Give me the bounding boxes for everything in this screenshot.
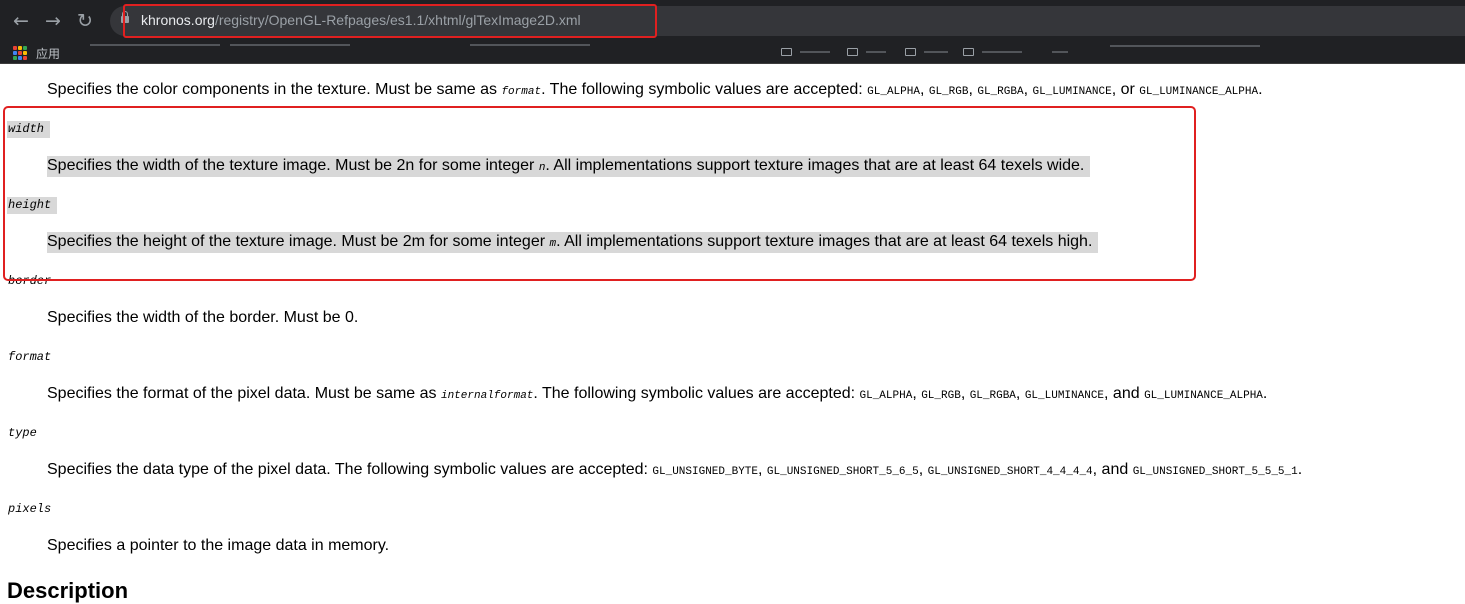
- folder-icon[interactable]: [905, 48, 916, 56]
- param-term-type: type: [8, 426, 37, 440]
- border-description: Specifies the width of the border. Must …: [47, 309, 359, 326]
- bookmark-item[interactable]: [470, 44, 590, 46]
- apps-grid-icon[interactable]: [13, 46, 27, 60]
- folder-icon[interactable]: [847, 48, 858, 56]
- enum-value: GL_LUMINANCE: [1032, 86, 1112, 98]
- enum-value: GL_LUMINANCE_ALPHA: [1144, 390, 1263, 402]
- enum-value: GL_LUMINANCE_ALPHA: [1139, 86, 1259, 98]
- bookmark-item[interactable]: [924, 51, 948, 53]
- type-description: Specifies the data type of the pixel dat…: [47, 461, 1303, 478]
- internalformat-description: Specifies the color components in the te…: [47, 81, 1263, 98]
- enum-value: GL_UNSIGNED_SHORT_4_4_4_4: [927, 466, 1093, 478]
- enum-value: GL_UNSIGNED_BYTE: [652, 466, 759, 478]
- enum-value: GL_UNSIGNED_SHORT_5_5_5_1: [1132, 466, 1298, 478]
- enum-value: GL_RGB: [928, 86, 969, 98]
- desc-text: . The following symbolic values are acce…: [533, 385, 860, 402]
- enum-value: GL_RGBA: [977, 86, 1024, 98]
- pixels-description: Specifies a pointer to the image data in…: [47, 537, 390, 554]
- desc-text: Specifies the color components in the te…: [47, 81, 502, 98]
- bookmark-item[interactable]: [230, 44, 350, 46]
- folder-icon[interactable]: [781, 48, 792, 56]
- reload-icon[interactable]: ↻: [73, 9, 97, 33]
- back-arrow-icon[interactable]: ←: [9, 9, 33, 33]
- conjunction: or: [1120, 81, 1135, 98]
- desc-text: Specifies the format of the pixel data. …: [47, 385, 441, 402]
- param-ref: internalformat: [440, 390, 534, 402]
- conjunction: and: [1101, 461, 1129, 478]
- width-height-annotation-box: [3, 106, 1196, 281]
- apps-label[interactable]: 应用: [36, 45, 60, 62]
- section-heading-description: Description: [7, 578, 129, 603]
- enum-value: GL_UNSIGNED_SHORT_5_6_5: [766, 466, 919, 478]
- folder-icon[interactable]: [963, 48, 974, 56]
- format-description: Specifies the format of the pixel data. …: [47, 385, 1268, 402]
- bookmark-item[interactable]: [1110, 45, 1260, 47]
- page-content: Specifies the color components in the te…: [0, 64, 1465, 586]
- enum-value: GL_LUMINANCE: [1024, 390, 1105, 402]
- param-term-format: format: [8, 350, 52, 364]
- bookmark-item[interactable]: [1052, 51, 1068, 53]
- bookmark-item[interactable]: [800, 51, 830, 53]
- enum-value: GL_RGBA: [969, 390, 1016, 402]
- conjunction: and: [1112, 385, 1140, 402]
- url-annotation-box: [123, 4, 657, 38]
- param-ref: format: [501, 86, 542, 98]
- desc-text: . The following symbolic values are acce…: [541, 81, 868, 98]
- desc-text: Specifies the data type of the pixel dat…: [47, 461, 653, 478]
- forward-arrow-icon[interactable]: →: [41, 9, 65, 33]
- enum-value: GL_ALPHA: [867, 86, 920, 98]
- enum-value: GL_RGB: [921, 390, 961, 402]
- bookmark-item[interactable]: [90, 44, 220, 46]
- bookmark-item[interactable]: [866, 51, 886, 53]
- enum-value: GL_ALPHA: [859, 390, 913, 402]
- bookmark-item[interactable]: [982, 51, 1022, 53]
- param-term-pixels: pixels: [8, 502, 52, 516]
- browser-toolbar: ← → ↻ khronos.org/registry/OpenGL-Refpag…: [0, 0, 1465, 42]
- bookmarks-bar: 应用: [0, 42, 1465, 64]
